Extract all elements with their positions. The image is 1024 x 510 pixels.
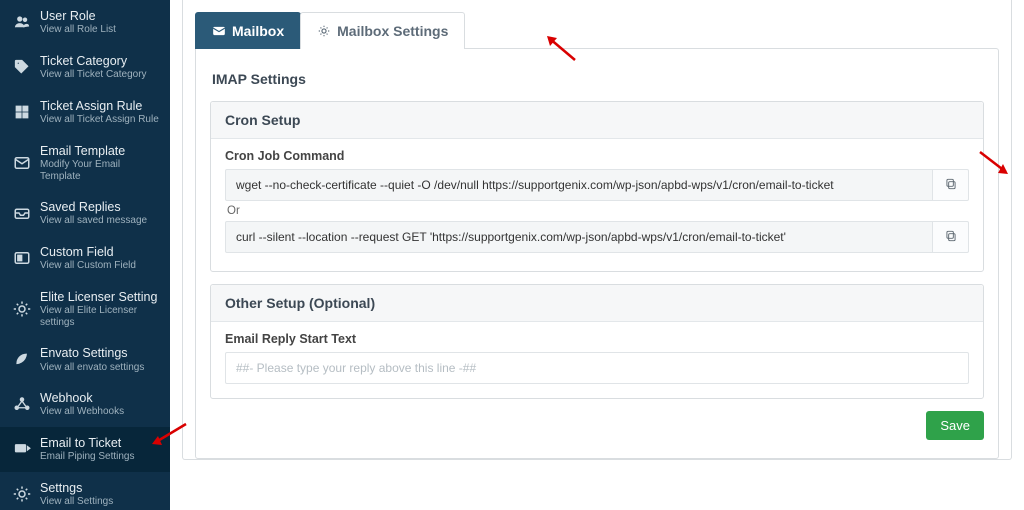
sidebar-item-sub: View all Ticket Category [40,69,147,81]
sidebar-item-user-role[interactable]: User Role View all Role List [0,0,170,45]
imap-settings-heading: IMAP Settings [210,63,984,101]
sidebar-item-email-to-ticket[interactable]: Email to Ticket Email Piping Settings [0,427,170,472]
sidebar-item-elite-licenser[interactable]: Elite Licenser Setting View all Elite Li… [0,281,170,337]
gear-icon [317,24,331,38]
sidebar-item-saved-replies[interactable]: Saved Replies View all saved message [0,191,170,236]
cron-command-label: Cron Job Command [225,149,969,163]
gear-icon [12,484,32,504]
other-setup-heading: Other Setup (Optional) [211,285,983,322]
tag-icon [12,57,32,77]
hook-icon [12,394,32,414]
sidebar: User Role View all Role List Ticket Cate… [0,0,170,510]
sidebar-item-title: Email to Ticket [40,436,135,450]
sidebar-item-sub: View all Webhooks [40,406,124,418]
sidebar-item-settings[interactable]: Settngs View all Settings [0,472,170,510]
sidebar-item-email-template[interactable]: Email Template Modify Your Email Templat… [0,135,170,191]
gear-icon [12,299,32,319]
sidebar-item-envato-settings[interactable]: Envato Settings View all envato settings [0,337,170,382]
grid-icon [12,102,32,122]
other-setup-panel: Other Setup (Optional) Email Reply Start… [210,284,984,399]
sidebar-item-title: Envato Settings [40,346,144,360]
sidebar-item-sub: View all Role List [40,24,116,36]
sidebar-item-title: Webhook [40,391,124,405]
copy-button-2[interactable] [933,221,969,253]
sidebar-item-custom-field[interactable]: Custom Field View all Custom Field [0,236,170,281]
cron-setup-heading: Cron Setup [211,102,983,139]
envelope-icon [212,24,226,38]
save-button[interactable]: Save [926,411,984,440]
layout-icon [12,248,32,268]
sidebar-item-title: User Role [40,9,116,23]
sidebar-item-sub: View all Elite Licenser settings [40,305,160,328]
copy-button-1[interactable] [933,169,969,201]
mail-icon [12,153,32,173]
sidebar-item-webhook[interactable]: Webhook View all Webhooks [0,382,170,427]
tab-label: Mailbox Settings [337,23,448,39]
sidebar-item-sub: View all Custom Field [40,260,136,272]
sidebar-item-title: Saved Replies [40,200,147,214]
sidebar-item-title: Elite Licenser Setting [40,290,160,304]
users-icon [12,12,32,32]
inbox-icon [12,203,32,223]
copy-icon [944,229,958,246]
sidebar-item-sub: Modify Your Email Template [40,159,160,182]
sidebar-item-sub: View all saved message [40,215,147,227]
cron-command-2-input[interactable] [225,221,933,253]
sidebar-item-ticket-category[interactable]: Ticket Category View all Ticket Category [0,45,170,90]
sidebar-item-sub: View all Settings [40,496,113,508]
reply-start-input[interactable] [225,352,969,384]
sidebar-item-title: Settngs [40,481,113,495]
leaf-icon [12,350,32,370]
tab-mailbox-settings[interactable]: Mailbox Settings [300,12,465,49]
copy-icon [944,177,958,194]
tabstrip: Mailbox Mailbox Settings [195,12,999,49]
sidebar-item-title: Custom Field [40,245,136,259]
sidebar-item-ticket-assign-rule[interactable]: Ticket Assign Rule View all Ticket Assig… [0,90,170,135]
or-separator: Or [227,205,969,217]
tab-panel-mailbox: IMAP Settings Cron Setup Cron Job Comman… [195,48,999,459]
sidebar-item-sub: View all Ticket Assign Rule [40,114,159,126]
sidebar-item-title: Ticket Category [40,54,147,68]
reply-start-label: Email Reply Start Text [225,332,969,346]
sidebar-item-title: Email Template [40,144,160,158]
cron-setup-panel: Cron Setup Cron Job Command Or [210,101,984,272]
main-content: Mailbox Mailbox Settings IMAP Settings C… [170,0,1024,510]
tab-mailbox[interactable]: Mailbox [195,12,301,49]
cron-command-1-input[interactable] [225,169,933,201]
sidebar-item-sub: View all envato settings [40,362,144,374]
tab-label: Mailbox [232,23,284,39]
sidebar-item-sub: Email Piping Settings [40,451,135,463]
sidebar-item-title: Ticket Assign Rule [40,99,159,113]
forward-icon [12,439,32,459]
